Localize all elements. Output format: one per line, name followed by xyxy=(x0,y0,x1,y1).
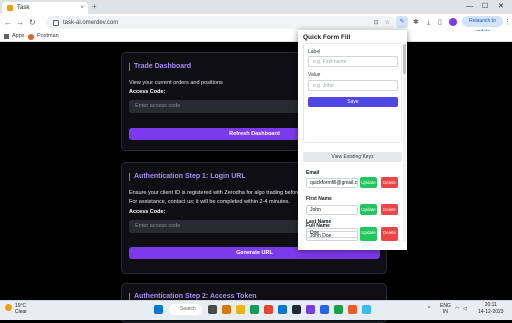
card-description: View your current orders and positions xyxy=(129,80,223,86)
menu-dots-icon[interactable]: ⋮ xyxy=(504,18,511,27)
bookmark-label: Postman xyxy=(37,33,59,39)
terminal-icon[interactable] xyxy=(292,305,301,314)
entry-label: Last Name xyxy=(306,219,332,225)
forward-icon[interactable]: → xyxy=(16,18,24,27)
download-icon[interactable]: ⤓ xyxy=(427,18,430,27)
card-description: Ensure your client ID is registered with… xyxy=(129,190,305,196)
view-existing-keys-button[interactable]: View Existing Keys xyxy=(303,152,402,162)
label-input[interactable]: e.g. First name xyxy=(308,56,398,67)
update-button[interactable]: Update xyxy=(360,227,377,238)
bookmarks-bar: Apps Postman xyxy=(0,31,512,42)
vs-icon[interactable] xyxy=(306,305,315,314)
entry-label: First Name xyxy=(306,196,332,202)
region-code: IN xyxy=(442,309,448,315)
apps-grid-icon xyxy=(4,34,9,39)
entry-value-input[interactable]: John xyxy=(306,205,358,215)
profile-avatar[interactable] xyxy=(449,18,457,26)
clock-time: 20:11 xyxy=(484,302,497,308)
widget-app-icon[interactable] xyxy=(222,305,231,314)
update-button[interactable]: Update xyxy=(360,177,377,188)
add-key-form: Label e.g. First name Value e.g. John Sa… xyxy=(303,43,402,143)
url-text: task-ai.omerdev.com xyxy=(63,19,119,26)
task-view-icon[interactable] xyxy=(208,305,217,314)
tab-title: Task xyxy=(17,5,30,11)
label-field-label: Label xyxy=(308,49,321,55)
delete-button[interactable]: Delete xyxy=(381,177,398,188)
bookmark-label: Apps xyxy=(12,33,25,39)
edge-browser-icon[interactable] xyxy=(250,305,259,314)
delete-button[interactable]: Delete xyxy=(381,204,398,215)
minimize-icon[interactable]: — xyxy=(466,2,473,12)
save-button[interactable]: Save xyxy=(308,97,398,107)
taskbar-search[interactable]: Search xyxy=(169,304,202,315)
weather-widget[interactable]: 19°C Clear xyxy=(15,303,27,315)
entry-value-input[interactable]: quickformfill@gmail.com xyxy=(306,178,358,188)
weather-condition: Clear xyxy=(15,309,27,315)
close-window-icon[interactable]: ✕ xyxy=(498,2,504,12)
popup-scrollbar-thumb[interactable] xyxy=(403,44,406,74)
address-bar[interactable]: task-ai.omerdev.com ⊡ ☆ xyxy=(46,16,396,29)
update-button[interactable]: Update xyxy=(360,204,377,215)
popup-title: Quick Form Fill xyxy=(303,34,351,41)
back-icon[interactable]: ← xyxy=(4,18,12,27)
postman-taskbar-icon[interactable] xyxy=(348,305,357,314)
app-icon[interactable] xyxy=(334,305,343,314)
quick-form-fill-popup: Quick Form Fill Label e.g. First name Va… xyxy=(298,30,407,250)
app-icon[interactable] xyxy=(362,305,371,314)
language-indicator[interactable]: ENG IN xyxy=(440,303,451,315)
tray-chevron-icon[interactable]: ^ xyxy=(428,306,430,312)
entry-label: Email xyxy=(306,170,320,176)
tab-close-icon[interactable]: × xyxy=(80,5,84,11)
store-icon[interactable] xyxy=(278,305,287,314)
vscode-icon[interactable] xyxy=(320,305,329,314)
value-field-label: Value xyxy=(308,72,321,78)
card-title: Authentication Step 1: Login URL xyxy=(129,173,246,181)
quick-form-fill-extension-icon[interactable]: ✎ xyxy=(396,16,408,28)
site-info-icon[interactable] xyxy=(53,19,59,26)
start-windows-icon[interactable] xyxy=(154,305,163,314)
chrome-icon[interactable] xyxy=(264,305,273,314)
access-code-label: Access Code: xyxy=(129,209,166,215)
browser-tab[interactable]: Task × xyxy=(2,2,88,14)
weather-sun-icon[interactable] xyxy=(5,304,12,311)
file-explorer-icon[interactable] xyxy=(236,305,245,314)
bookmark-apps[interactable]: Apps xyxy=(4,32,25,41)
new-tab-icon[interactable]: + xyxy=(92,2,97,12)
access-code-label: Access Code: xyxy=(129,89,166,95)
browser-toolbar: ← → ↻ task-ai.omerdev.com ⊡ ☆ ✱ ⤓ ▯ ⋮ xyxy=(0,14,512,31)
reload-icon[interactable]: ↻ xyxy=(29,18,36,27)
value-input[interactable]: e.g. John xyxy=(308,80,398,91)
taskbar-clock[interactable]: 20:11 14-12-2023 xyxy=(478,302,504,316)
postman-icon xyxy=(28,33,34,40)
entry-value-input[interactable]: Doe xyxy=(306,228,358,238)
bookmark-postman[interactable]: Postman xyxy=(28,32,59,41)
volume-icon[interactable]: ◁ xyxy=(463,306,467,312)
wifi-icon[interactable]: ◠ xyxy=(455,306,459,312)
extensions-puzzle-icon[interactable]: ✱ xyxy=(413,18,419,27)
card-title: Trade Dashboard xyxy=(129,63,191,71)
bookmark-star-icon[interactable]: ☆ xyxy=(385,19,390,26)
card-description: For assistance, contact us; it will be c… xyxy=(129,199,290,205)
tab-strip: Task × + — ☐ ✕ xyxy=(0,0,512,14)
relaunch-button[interactable]: Relaunch to update xyxy=(462,16,503,35)
clock-date: 14-12-2023 xyxy=(478,309,504,315)
maximize-icon[interactable]: ☐ xyxy=(482,2,488,12)
delete-button[interactable]: Delete xyxy=(381,227,398,238)
install-icon[interactable]: ⊡ xyxy=(374,19,379,26)
tab-favicon-icon xyxy=(7,5,13,11)
side-panel-icon[interactable]: ▯ xyxy=(438,18,442,27)
